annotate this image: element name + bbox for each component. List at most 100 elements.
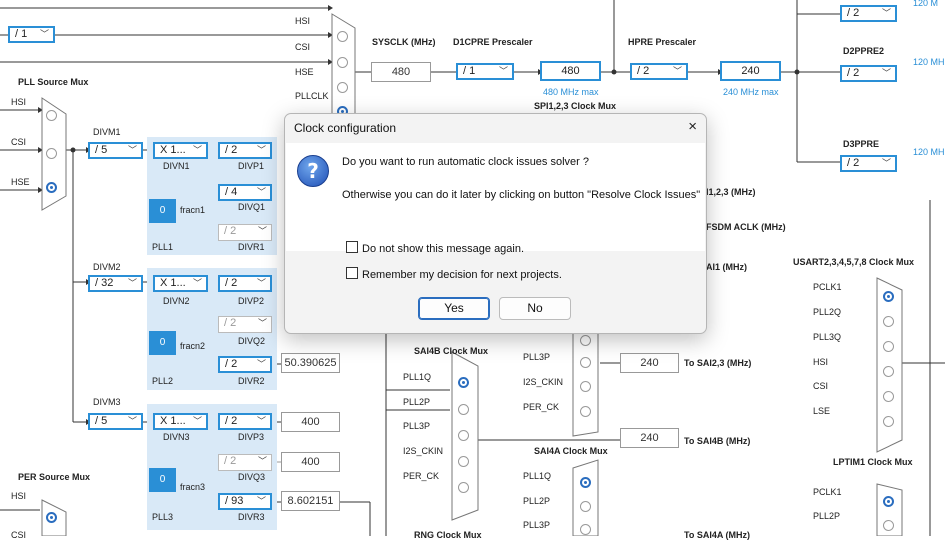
sai23-radio-2[interactable]: [580, 357, 591, 368]
usart-input-lse: LSE: [813, 406, 831, 416]
pll3-p-output[interactable]: 400: [281, 412, 340, 432]
divp1-label: DIVP1: [238, 161, 265, 171]
divn1-select[interactable]: X 1... ﹀: [153, 142, 208, 159]
sai4b-radio-pll1q[interactable]: [458, 377, 469, 388]
pll1-label: PLL1: [152, 242, 174, 252]
lptim-radio-pclk1[interactable]: [883, 496, 894, 507]
chevron-down-icon: ﹀: [256, 187, 266, 197]
divr2-select[interactable]: / 2 ﹀: [218, 356, 272, 373]
fracn1-value[interactable]: 0: [149, 199, 176, 223]
sai4a-radio-pll1q[interactable]: [580, 477, 591, 488]
d1cpre-value: / 1: [463, 65, 476, 77]
lptim-input-pclk1: PCLK1: [813, 487, 842, 497]
lptim1-mux-label: LPTIM1 Clock Mux: [833, 457, 913, 467]
divp1-value: / 2: [225, 144, 238, 156]
divr1-select[interactable]: / 2 ﹀: [218, 224, 272, 241]
divp1-select[interactable]: / 2 ﹀: [218, 142, 272, 159]
sai4b-radio-i2s[interactable]: [458, 456, 469, 467]
divm3-select[interactable]: / 5 ﹀: [88, 413, 143, 430]
divp2-label: DIVP2: [238, 296, 265, 306]
sys-mux-radio-hsi[interactable]: [337, 31, 348, 42]
divp3-value: / 2: [225, 415, 238, 427]
sai4a-radio-pll3p[interactable]: [580, 524, 591, 535]
fracn2-value[interactable]: 0: [149, 331, 176, 355]
pll3-q-output[interactable]: 400: [281, 452, 340, 472]
d2ppre2-label: D2PPRE2: [843, 46, 885, 56]
divr3-value: / 93: [225, 495, 244, 507]
sys-mux-input-csi: CSI: [295, 42, 311, 52]
top-divider-value: / 1: [15, 28, 28, 40]
usart-radio-pclk1[interactable]: [883, 291, 894, 302]
sys-mux-input-hsi: HSI: [295, 16, 311, 26]
sai4b-input-pll2p: PLL2P: [403, 397, 431, 407]
remember-checkbox[interactable]: Remember my decision for next projects.: [346, 267, 562, 281]
sys-mux-radio-csi[interactable]: [337, 57, 348, 68]
sai4b-radio-pll2p[interactable]: [458, 404, 469, 415]
divn2-select[interactable]: X 1... ﹀: [153, 275, 208, 292]
pll-src-radio-hsi[interactable]: [46, 110, 57, 121]
yes-button[interactable]: Yes: [418, 297, 490, 320]
sai4b-input-i2s: I2S_CKIN: [403, 446, 444, 456]
divn3-select[interactable]: X 1... ﹀: [153, 413, 208, 430]
d1cpre-select[interactable]: / 1 ﹀: [456, 63, 514, 80]
pll-src-radio-csi[interactable]: [46, 148, 57, 159]
sys-mux-radio-hse[interactable]: [337, 82, 348, 93]
divn2-label: DIVN2: [163, 296, 190, 306]
fracn3-value[interactable]: 0: [149, 468, 176, 492]
right-div1-freq: 120 M: [913, 0, 939, 8]
sai23-radio-4[interactable]: [580, 406, 591, 417]
divm1-label: DIVM1: [93, 127, 121, 137]
usart-radio-csi[interactable]: [883, 391, 894, 402]
no-button[interactable]: No: [499, 297, 571, 320]
right-div1-select[interactable]: / 2 ﹀: [840, 5, 897, 22]
sai4a-output-label: To SAI4A (MHz): [684, 530, 750, 540]
cpu-clock-value[interactable]: 480: [540, 61, 601, 81]
divn3-label: DIVN3: [163, 432, 190, 442]
clock-config-dialog: Clock configuration × ? Do you want to r…: [284, 113, 707, 334]
divq1-select[interactable]: / 4 ﹀: [218, 184, 272, 201]
sai23-radio-3[interactable]: [580, 381, 591, 392]
chevron-down-icon: ﹀: [256, 416, 266, 426]
divm1-select[interactable]: / 5 ﹀: [88, 142, 143, 159]
d3ppre-label: D3PPRE: [843, 139, 880, 149]
sai4b-value[interactable]: 240: [620, 428, 679, 448]
dont-show-checkbox-box[interactable]: [346, 241, 358, 253]
usart-radio-hsi[interactable]: [883, 366, 894, 377]
d3ppre-select[interactable]: / 2 ﹀: [840, 155, 897, 172]
usart-input-csi: CSI: [813, 381, 829, 391]
dialog-detail: Otherwise you can do it later by clickin…: [342, 189, 701, 201]
divn1-label: DIVN1: [163, 161, 190, 171]
chevron-down-icon: ﹀: [39, 29, 49, 39]
sai23-value[interactable]: 240: [620, 353, 679, 373]
pll3-label: PLL3: [152, 512, 174, 522]
hclk-value[interactable]: 240: [720, 61, 781, 81]
per-radio-hsi[interactable]: [46, 512, 57, 523]
usart-radio-pll2q[interactable]: [883, 316, 894, 327]
hpre-select[interactable]: / 2 ﹀: [630, 63, 688, 80]
sai4b-radio-pll3p[interactable]: [458, 430, 469, 441]
sysclk-value[interactable]: 480: [371, 62, 431, 82]
divq2-select[interactable]: / 2 ﹀: [218, 316, 272, 333]
pll3-r-output[interactable]: 8.602151: [281, 491, 340, 511]
pll2-r-output[interactable]: 50.390625: [281, 353, 340, 373]
spi-output-label: I1,2,3 (MHz): [706, 187, 756, 197]
divq3-select[interactable]: / 2 ﹀: [218, 454, 272, 471]
d2ppre2-select[interactable]: / 2 ﹀: [840, 65, 897, 82]
dont-show-checkbox[interactable]: Do not show this message again.: [346, 241, 524, 255]
pll-src-radio-hse[interactable]: [46, 182, 57, 193]
close-icon[interactable]: ×: [688, 118, 697, 135]
top-divider-select[interactable]: / 1 ﹀: [8, 26, 55, 43]
spi-mux-label: SPI1,2,3 Clock Mux: [534, 101, 617, 111]
usart-radio-pll3q[interactable]: [883, 341, 894, 352]
divp2-select[interactable]: / 2 ﹀: [218, 275, 272, 292]
usart-radio-lse[interactable]: [883, 416, 894, 427]
sai23-radio-1[interactable]: [580, 335, 591, 346]
sai4a-radio-pll2p[interactable]: [580, 501, 591, 512]
sai4b-radio-perck[interactable]: [458, 482, 469, 493]
hclk-max-label: 240 MHz max: [723, 87, 779, 97]
remember-checkbox-box[interactable]: [346, 267, 358, 279]
divp3-select[interactable]: / 2 ﹀: [218, 413, 272, 430]
lptim-radio-pll2p[interactable]: [883, 520, 894, 531]
divm2-select[interactable]: / 32 ﹀: [88, 275, 143, 292]
divr3-select[interactable]: / 93 ﹀: [218, 493, 272, 510]
